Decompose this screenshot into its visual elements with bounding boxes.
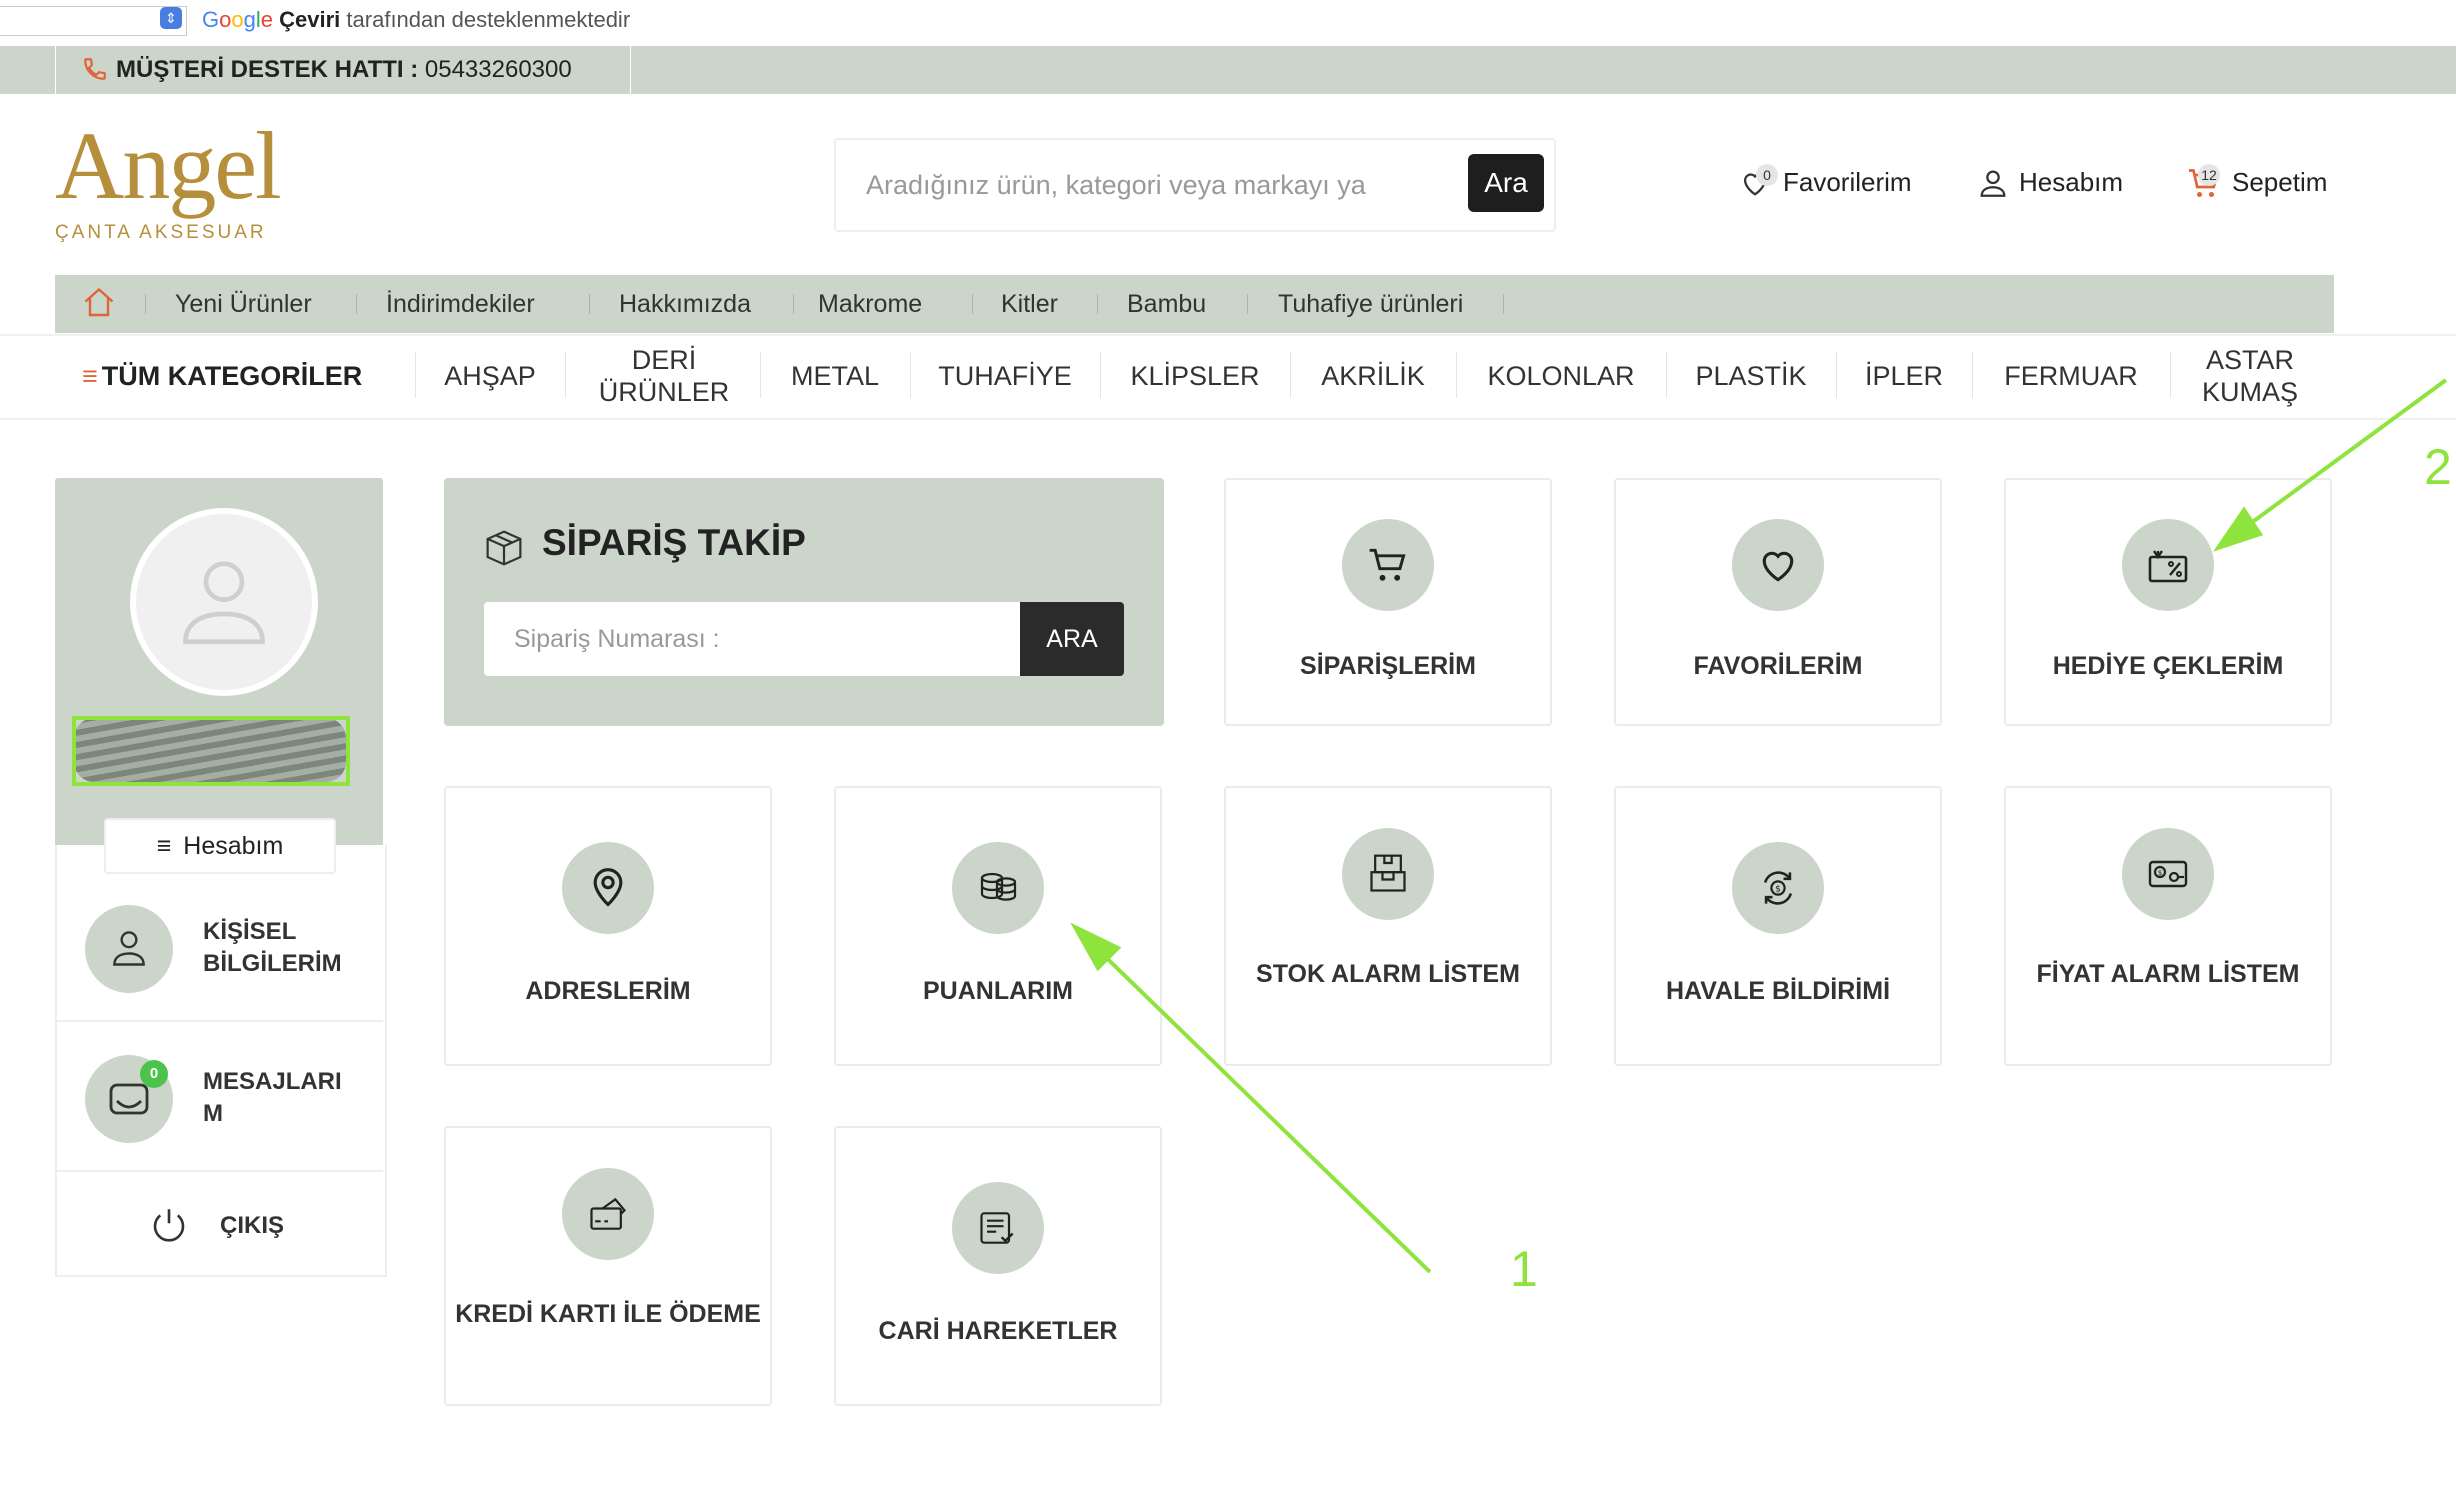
annotation-label-1: 1	[1510, 1241, 1538, 1297]
annotation-arrows	[1070, 378, 2448, 1274]
arrow-1	[1070, 922, 1432, 1274]
annotation-label-2: 2	[2424, 439, 2452, 495]
arrow-2	[2212, 378, 2448, 552]
